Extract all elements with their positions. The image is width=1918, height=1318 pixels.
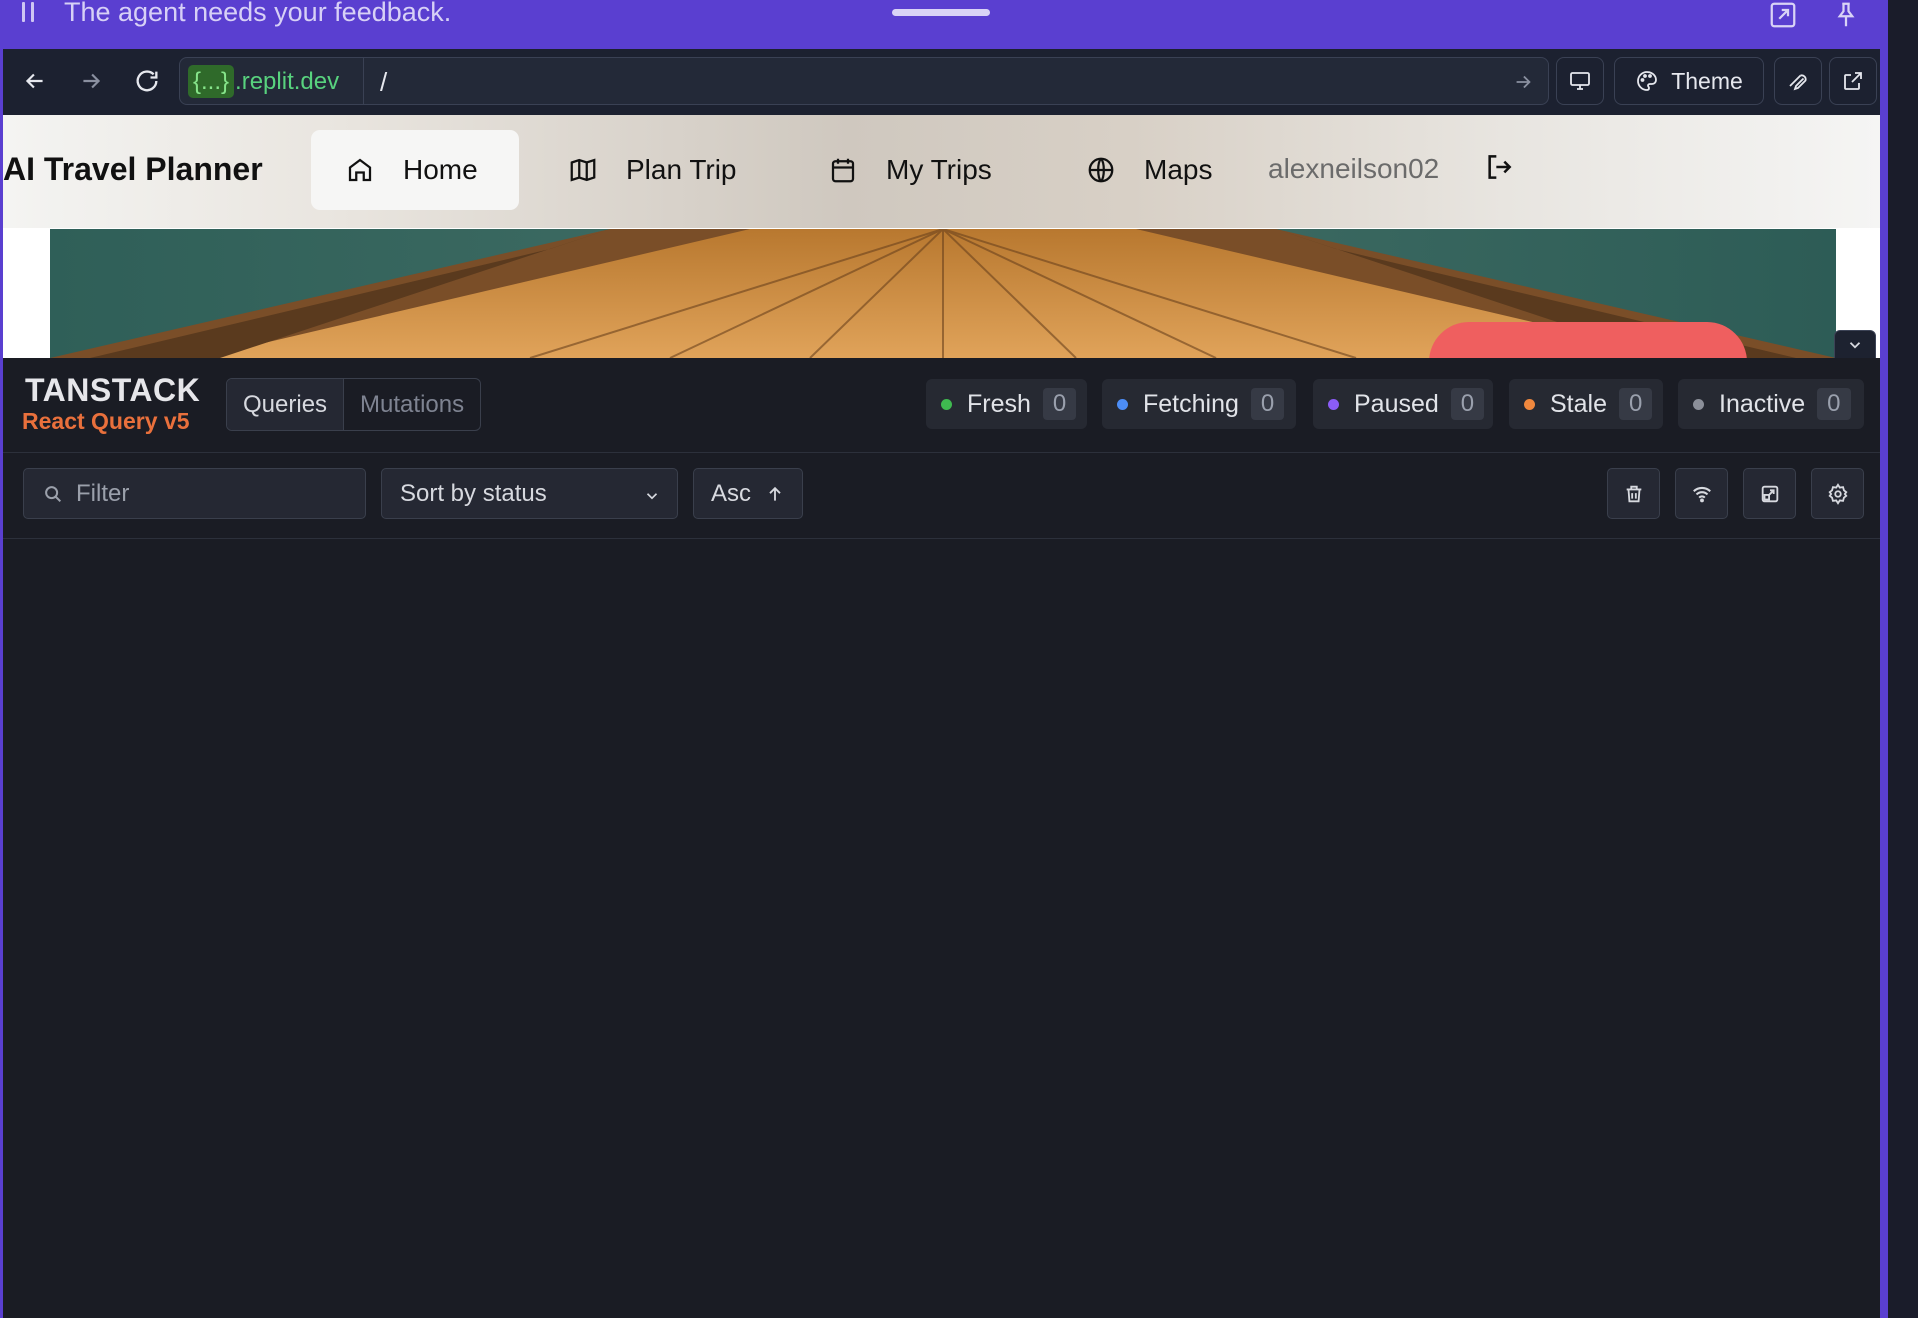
- status-dot: [1524, 398, 1535, 410]
- app-frame: The agent needs your feedback. {...} .re…: [0, 0, 1918, 1318]
- clear-cache-button[interactable]: [1607, 468, 1660, 519]
- sort-select[interactable]: Sort by status: [381, 468, 678, 519]
- nav-maps[interactable]: Maps: [1086, 130, 1212, 210]
- app-header: AI Travel Planner Home Plan Trip My Trip…: [3, 115, 1880, 228]
- home-icon: [348, 158, 372, 182]
- tab-mutations[interactable]: Mutations: [344, 379, 480, 430]
- status-stale[interactable]: Stale 0: [1509, 379, 1663, 429]
- sort-value: Sort by status: [400, 480, 547, 507]
- app-viewport: AI Travel Planner Home Plan Trip My Trip…: [3, 115, 1880, 358]
- url-path[interactable]: /: [380, 67, 387, 98]
- external-link-icon: [1844, 72, 1862, 90]
- gear-icon: [1827, 482, 1848, 505]
- device-button[interactable]: [1556, 57, 1604, 105]
- wifi-icon: [1692, 486, 1711, 502]
- logout-icon: [1488, 155, 1512, 179]
- filter-input[interactable]: Filter: [23, 468, 366, 519]
- collapse-devtools-button[interactable]: [1834, 330, 1876, 360]
- filter-placeholder: Filter: [76, 480, 130, 507]
- pause-icon[interactable]: [22, 2, 36, 22]
- chevron-down-icon: [646, 493, 658, 500]
- wrench-icon: [1789, 74, 1807, 91]
- start-planning-button[interactable]: [1429, 322, 1747, 358]
- settings-button[interactable]: [1811, 468, 1864, 519]
- arrow-left-icon: [25, 73, 43, 89]
- monitor-icon: [1570, 72, 1590, 90]
- drag-handle[interactable]: [892, 9, 990, 16]
- nav-my-trips[interactable]: My Trips: [828, 130, 992, 210]
- status-dot: [1328, 398, 1339, 410]
- app-title: AI Travel Planner: [3, 151, 263, 187]
- back-button[interactable]: [17, 63, 53, 99]
- logout-button[interactable]: [1483, 151, 1515, 188]
- browser-toolbar: {...} .replit.dev / Theme: [3, 49, 1880, 115]
- arrow-up-icon: [769, 486, 781, 501]
- mock-offline-button[interactable]: [1675, 468, 1728, 519]
- go-arrow-icon[interactable]: [1512, 71, 1534, 93]
- chevron-down-icon: [1849, 342, 1861, 349]
- trash-icon: [1626, 485, 1641, 502]
- search-icon: [45, 486, 62, 503]
- url-bar[interactable]: {...} .replit.dev /: [179, 57, 1549, 105]
- devtools-controls: Filter Sort by status Asc: [3, 454, 1880, 539]
- theme-button[interactable]: Theme: [1614, 57, 1764, 105]
- tab-queries[interactable]: Queries: [227, 379, 345, 430]
- arrow-right-icon: [83, 73, 101, 89]
- pin-icon[interactable]: [1831, 0, 1861, 30]
- expand-icon[interactable]: [1768, 0, 1798, 30]
- status-dot: [1693, 398, 1704, 410]
- palette-icon: [1637, 71, 1658, 91]
- status-dot: [1117, 398, 1128, 410]
- brand-react-query: React Query v5: [22, 408, 190, 434]
- reload-icon: [136, 70, 158, 92]
- right-gutter: [1888, 0, 1918, 1318]
- theme-label: Theme: [1671, 67, 1743, 94]
- agent-message: The agent needs your feedback.: [64, 0, 452, 27]
- react-query-devtools: TANSTACK React Query v5 Queries Mutation…: [3, 358, 1880, 1318]
- sort-order-button[interactable]: Asc: [693, 468, 803, 519]
- view-toggle: Queries Mutations: [226, 378, 482, 431]
- status-fresh[interactable]: Fresh 0: [926, 379, 1087, 429]
- map-icon: [570, 158, 596, 182]
- nav-plan-trip[interactable]: Plan Trip: [568, 130, 737, 210]
- status-fetching[interactable]: Fetching 0: [1102, 379, 1296, 429]
- username: alexneilson02: [1268, 153, 1440, 184]
- right-border: [1880, 0, 1888, 1318]
- calendar-icon: [831, 158, 855, 183]
- status-dot: [941, 398, 952, 410]
- open-new-tab-button[interactable]: [1829, 57, 1877, 105]
- devtools-header: TANSTACK React Query v5 Queries Mutation…: [3, 358, 1880, 453]
- nav-home[interactable]: Home: [311, 130, 519, 210]
- open-panel-button[interactable]: [1743, 468, 1796, 519]
- globe-icon: [1088, 157, 1114, 183]
- status-inactive[interactable]: Inactive 0: [1678, 379, 1864, 429]
- forward-button[interactable]: [73, 63, 109, 99]
- window-icon: [1761, 485, 1778, 502]
- status-paused[interactable]: Paused 0: [1313, 379, 1493, 429]
- url-host: {...} .replit.dev: [188, 65, 339, 98]
- devtools-button[interactable]: [1774, 57, 1822, 105]
- brand-tanstack[interactable]: TANSTACK: [25, 372, 200, 409]
- reload-button[interactable]: [129, 63, 165, 99]
- agent-feedback-bar: The agent needs your feedback.: [0, 0, 1880, 49]
